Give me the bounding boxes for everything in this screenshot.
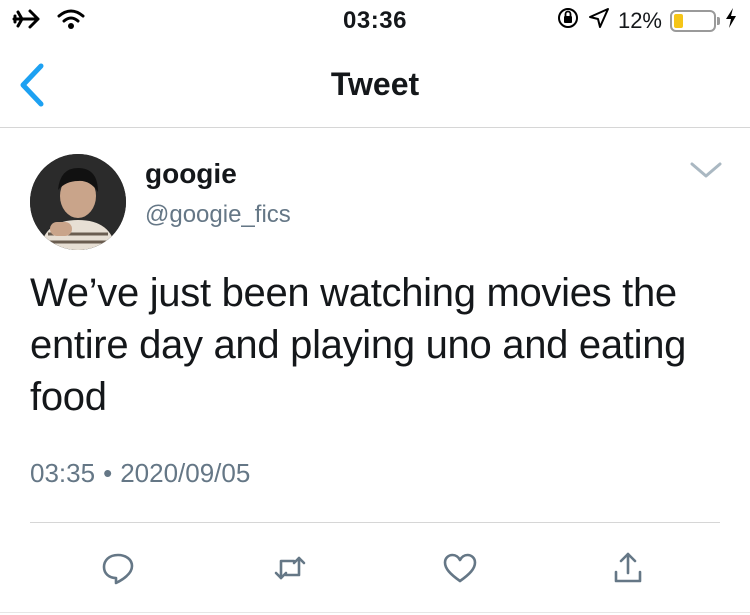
nav-bar: Tweet bbox=[0, 40, 750, 128]
like-button[interactable] bbox=[440, 548, 480, 588]
battery-percent: 12% bbox=[617, 8, 662, 33]
chevron-down-icon bbox=[690, 162, 722, 178]
share-button[interactable] bbox=[608, 548, 648, 588]
tweet-time: 03:35 bbox=[30, 458, 96, 488]
avatar[interactable] bbox=[30, 154, 126, 250]
location-icon bbox=[588, 7, 610, 35]
retweet-button[interactable] bbox=[270, 548, 310, 588]
retweet-icon bbox=[274, 556, 306, 580]
share-icon bbox=[614, 552, 642, 583]
user-handle[interactable]: @googie_fics bbox=[145, 201, 291, 229]
reply-button[interactable] bbox=[98, 548, 138, 588]
tweet-menu-button[interactable] bbox=[688, 158, 724, 182]
timestamp-separator: • bbox=[103, 458, 113, 488]
tweet-text: We’ve just been watching movies the enti… bbox=[30, 271, 687, 419]
profile-photo bbox=[30, 154, 126, 250]
battery-level-fill bbox=[674, 14, 683, 28]
display-name[interactable]: googie bbox=[145, 158, 237, 190]
battery-icon bbox=[670, 10, 720, 32]
status-bar: 03:36 12% bbox=[0, 0, 750, 40]
heart-icon bbox=[443, 553, 477, 583]
orientation-lock-icon bbox=[556, 6, 580, 36]
status-right-group: 12% bbox=[556, 6, 738, 36]
tweet-timestamp: 03:35 • 2020/09/05 bbox=[30, 458, 250, 489]
bottom-divider bbox=[0, 612, 750, 613]
page-title: Tweet bbox=[330, 66, 420, 102]
charging-icon bbox=[724, 7, 738, 35]
divider bbox=[30, 522, 720, 523]
tweet-date: 2020/09/05 bbox=[120, 458, 251, 488]
reply-icon bbox=[102, 553, 134, 585]
